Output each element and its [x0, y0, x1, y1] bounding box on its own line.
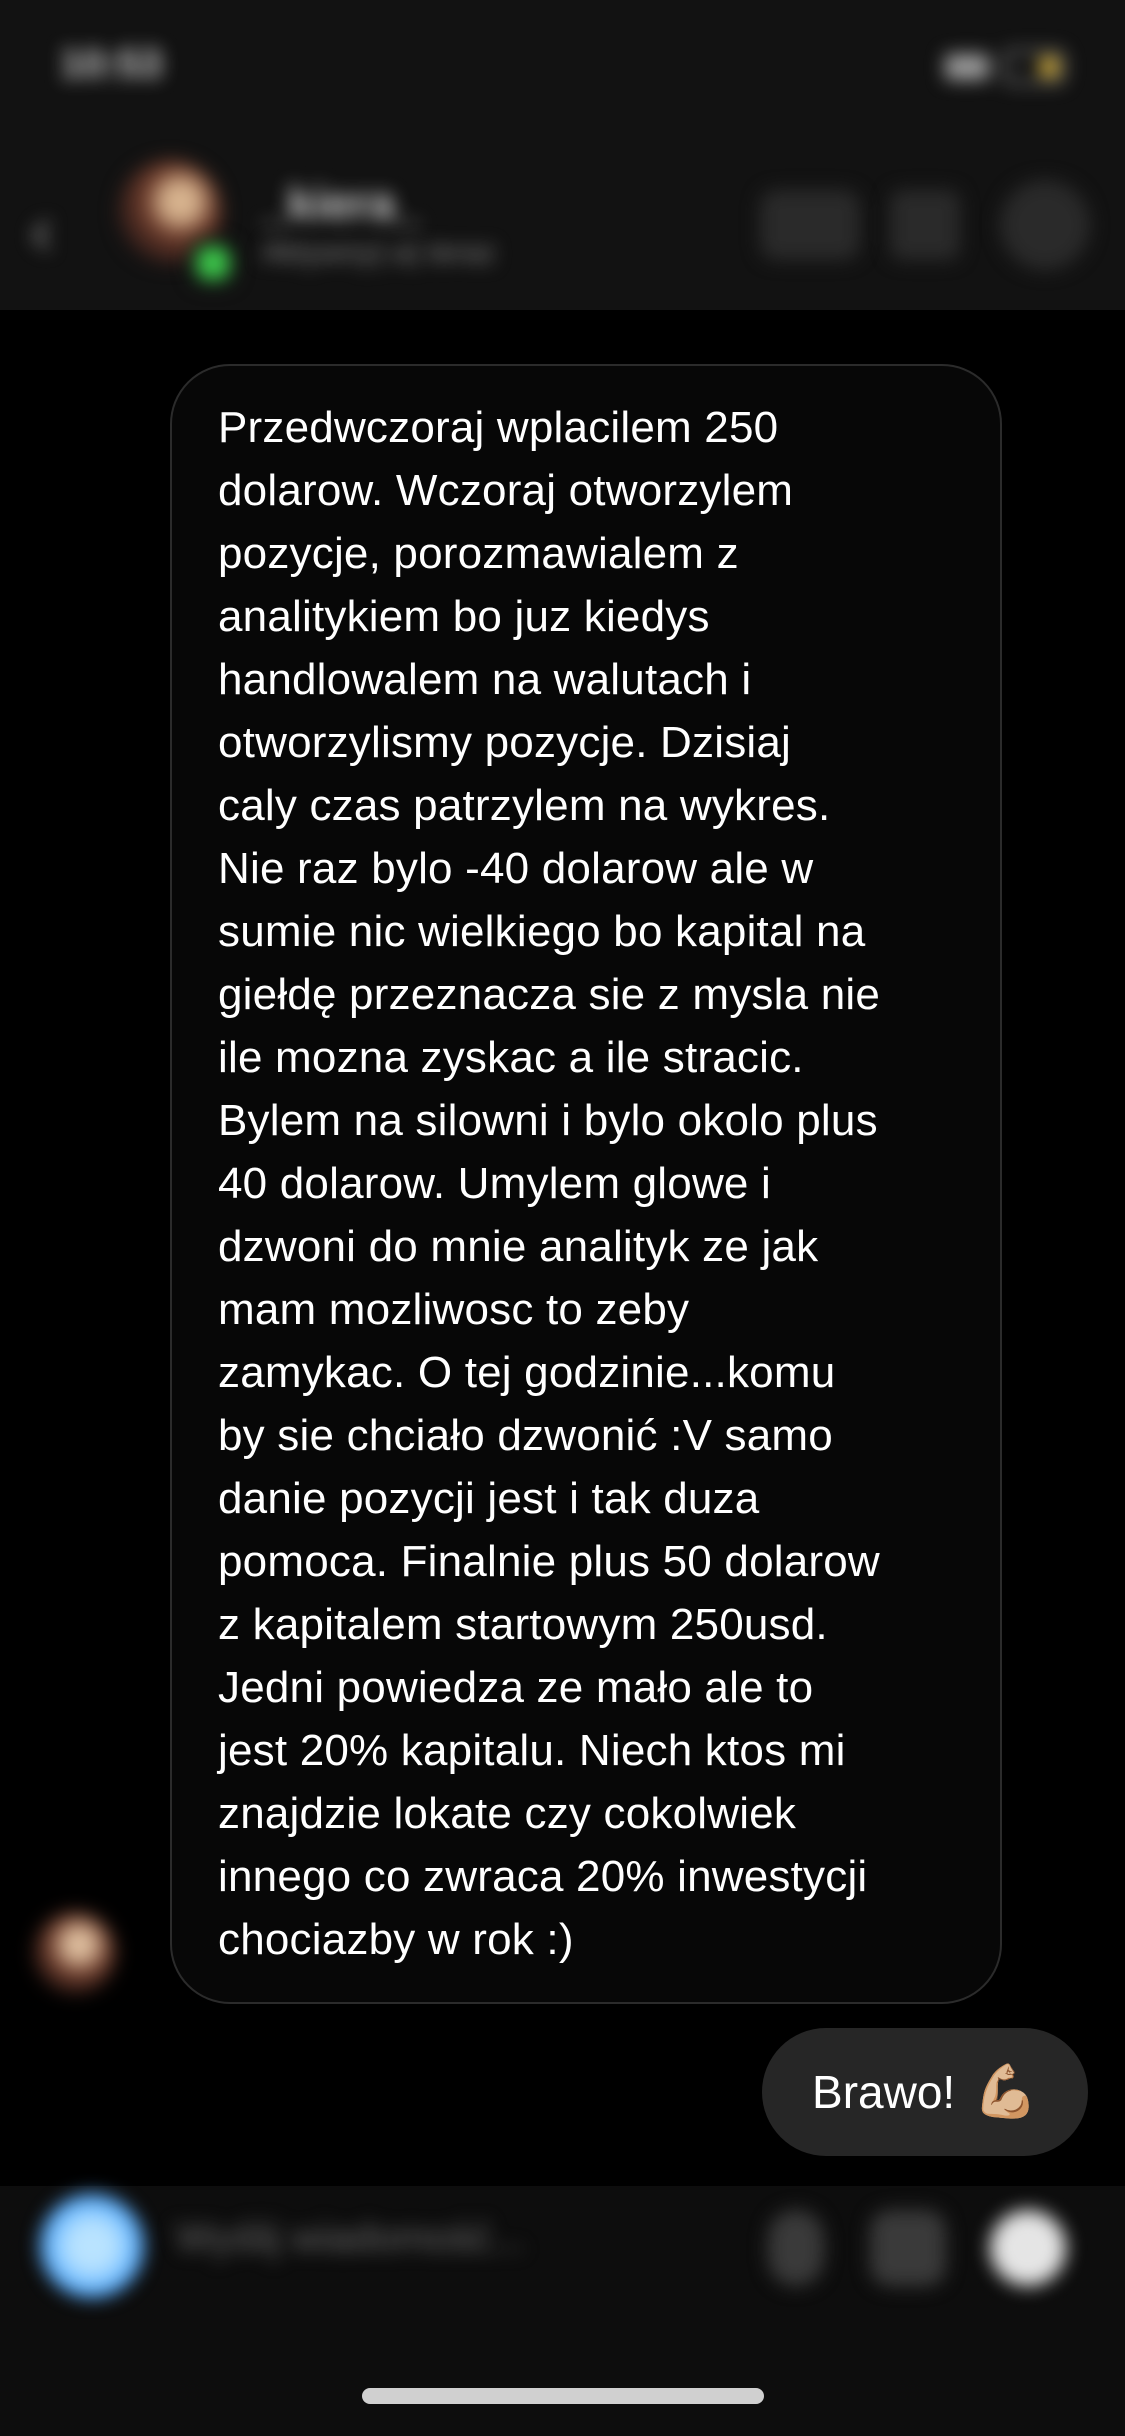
outgoing-message-bubble[interactable]: Brawo! 💪🏼 — [762, 2028, 1088, 2156]
message-line: danie pozycji jest i tak duza — [218, 1474, 760, 1523]
signal-icon — [945, 54, 989, 80]
status-icons — [945, 50, 1065, 84]
message-line: Przedwczoraj wplacilem 250 — [218, 403, 779, 452]
message-line: giełdę przeznacza sie z mysla nie — [218, 970, 881, 1019]
message-line: Jedni powiedza ze mało ale to — [218, 1663, 814, 1712]
flexed-biceps-icon: 💪🏼 — [973, 2063, 1038, 2121]
status-bar: 10:53 — [0, 0, 1125, 140]
message-line: zamykac. O tej godzinie...komu — [218, 1348, 836, 1397]
message-line: z kapitalem startowym 250usd. — [218, 1600, 828, 1649]
message-line: ile mozna zyskac a ile stracic. — [218, 1033, 804, 1082]
message-line: dolarow. Wczoraj otworzylem — [218, 466, 794, 515]
message-line: innego co zwraca 20% inwestycji — [218, 1852, 868, 1901]
message-line: chociazby w rok :) — [218, 1915, 574, 1964]
message-line: 40 dolarow. Umylem glowe i — [218, 1159, 771, 1208]
gallery-icon[interactable] — [870, 2210, 946, 2286]
info-icon[interactable] — [1000, 180, 1090, 270]
message-line: by sie chciało dzwonić :V samo — [218, 1411, 833, 1460]
sender-avatar[interactable] — [34, 1912, 116, 1994]
message-line: sumie nic wielkiego bo kapital na — [218, 907, 866, 956]
contact-name[interactable]: _kiera_ — [262, 176, 421, 230]
home-indicator — [362, 2388, 764, 2404]
incoming-message-bubble[interactable]: Przedwczoraj wplacilem 250 dolarow. Wczor… — [170, 364, 1002, 2004]
message-line: mam mozliwosc to zeby — [218, 1285, 690, 1334]
video-call-icon[interactable] — [760, 190, 860, 260]
chat-header: ‹ _kiera_ Aktywny(-a) teraz — [0, 140, 1125, 310]
contact-status: Aktywny(-a) teraz — [262, 236, 496, 269]
message-line: znajdzie lokate czy cokolwiek — [218, 1789, 797, 1838]
outgoing-message-text: Brawo! — [812, 2066, 956, 2118]
audio-call-icon[interactable] — [890, 190, 960, 260]
online-indicator — [190, 240, 236, 286]
camera-icon[interactable] — [40, 2194, 144, 2298]
message-line: pozycje, porozmawialem z — [218, 529, 739, 578]
message-line: caly czas patrzylem na wykres. — [218, 781, 831, 830]
message-input[interactable]: Wyślij wiadomość... — [176, 2216, 736, 2280]
battery-icon — [1003, 50, 1065, 84]
incoming-message-text: Przedwczoraj wplacilem 250 dolarow. Wczor… — [218, 396, 952, 1971]
back-button[interactable]: ‹ — [30, 190, 53, 270]
message-line: dzwoni do mnie analityk ze jak — [218, 1222, 819, 1271]
message-line: handlowalem na walutach i — [218, 655, 752, 704]
status-time: 10:53 — [60, 42, 163, 86]
message-line: Bylem na silowni i bylo okolo plus — [218, 1096, 878, 1145]
message-line: jest 20% kapitalu. Niech ktos mi — [218, 1726, 846, 1775]
sticker-icon[interactable] — [990, 2210, 1066, 2286]
microphone-icon[interactable] — [768, 2210, 824, 2286]
message-line: otworzylismy pozycje. Dzisiaj — [218, 718, 792, 767]
message-line: pomoca. Finalnie plus 50 dolarow — [218, 1537, 880, 1586]
message-line: Nie raz bylo -40 dolarow ale w — [218, 844, 814, 893]
message-line: analitykiem bo juz kiedys — [218, 592, 710, 641]
